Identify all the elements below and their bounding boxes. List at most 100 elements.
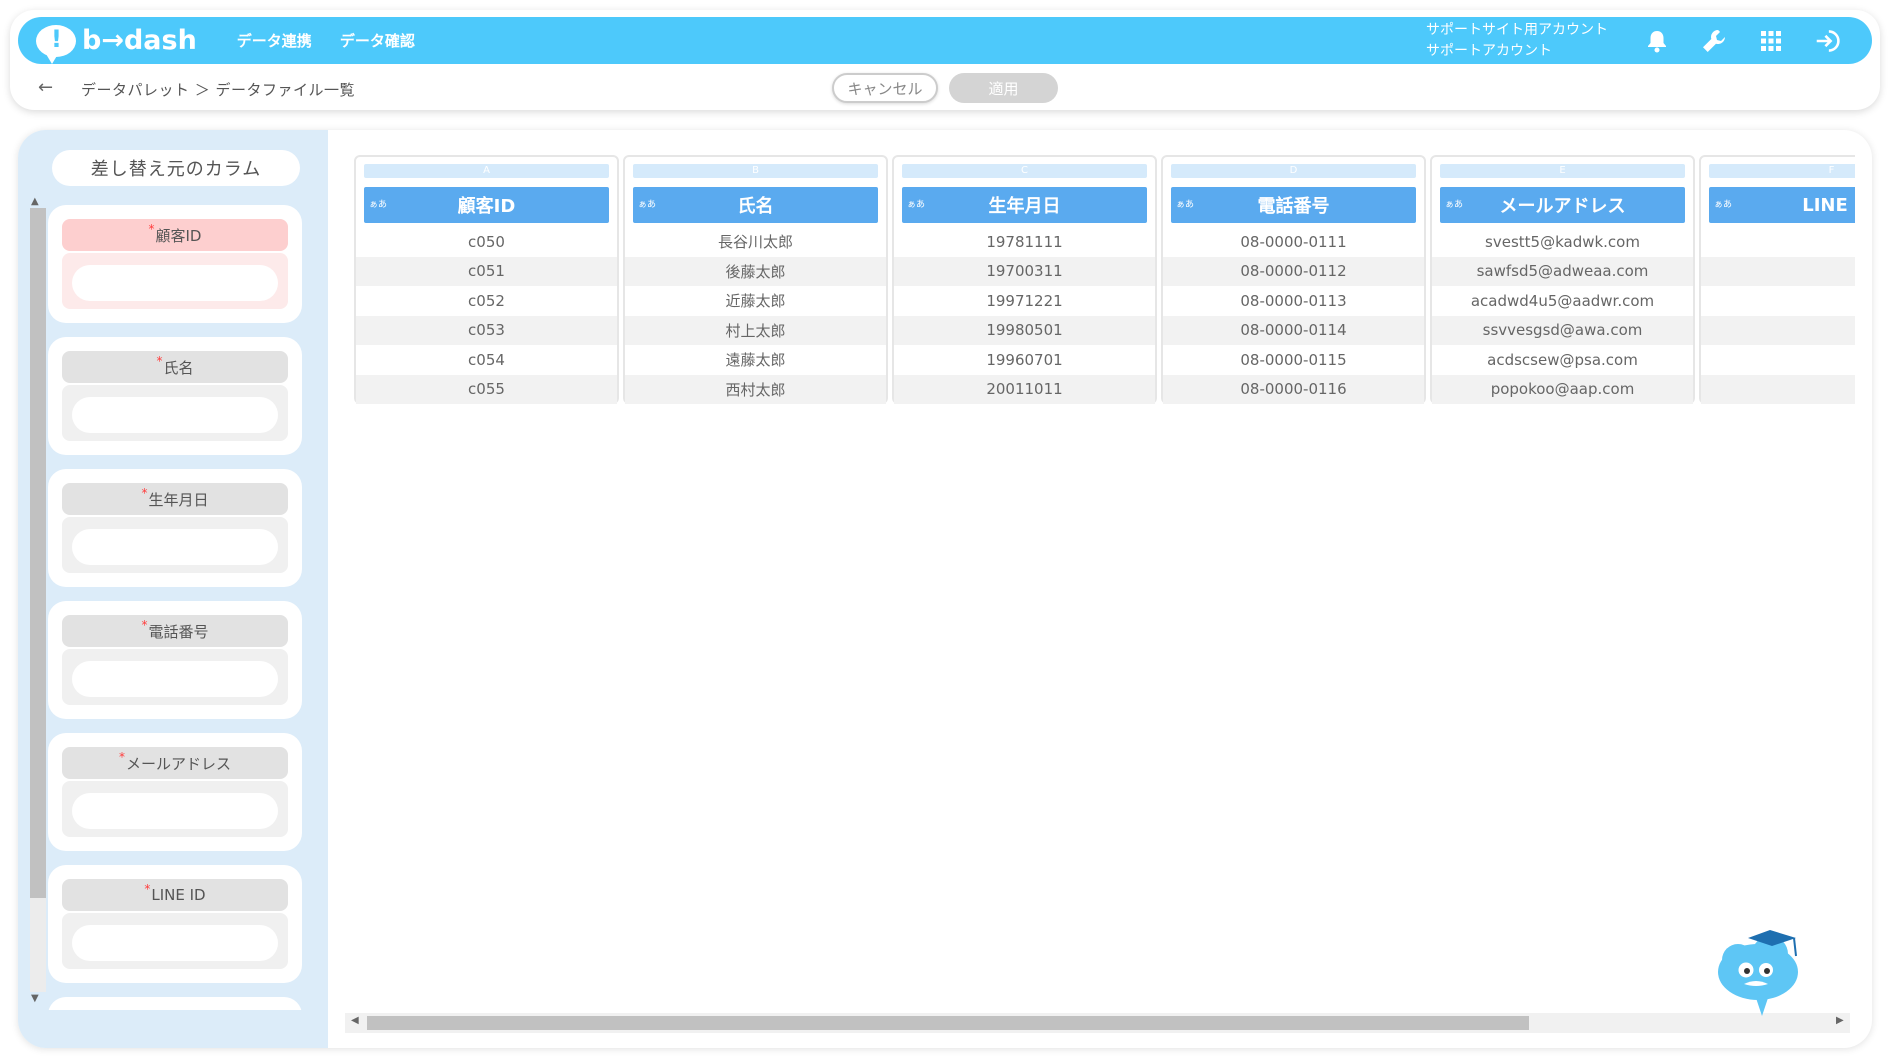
back-arrow-icon[interactable]: ←: [38, 77, 53, 98]
top-nav-bar: b→dash データ連携 データ確認 サポートサイト用アカウント サポートアカウ…: [18, 17, 1872, 64]
field-card-birthdate[interactable]: * 生年月日: [48, 469, 302, 587]
nav-data-link[interactable]: データ連携: [237, 30, 312, 51]
logout-icon[interactable]: [1815, 28, 1841, 54]
field-drop-slot[interactable]: [72, 661, 278, 697]
field-drop-zone[interactable]: [62, 385, 288, 441]
table-cell: endou: [1701, 345, 1855, 374]
field-label-text: LINE ID: [151, 886, 206, 904]
mascot-helper-icon[interactable]: [1710, 920, 1810, 1020]
scroll-left-icon[interactable]: ◀: [351, 1015, 359, 1026]
table-column[interactable]: E ぁあ メールアドレス svestt5@kadwk.com sawfsd5@adwea…: [1430, 155, 1695, 404]
field-card-next[interactable]: [48, 997, 302, 1010]
required-mark: *: [144, 882, 151, 896]
column-letter: E: [1440, 164, 1685, 178]
field-drop-slot[interactable]: [72, 265, 278, 301]
required-mark: *: [141, 486, 148, 500]
column-header[interactable]: ぁあ 生年月日: [902, 187, 1147, 223]
sidebar-scroll-thumb[interactable]: [30, 208, 46, 898]
scroll-right-icon[interactable]: ▶: [1836, 1015, 1844, 1026]
required-mark: *: [141, 618, 148, 632]
field-card-customer-id[interactable]: * 顧客ID: [48, 205, 302, 323]
field-drop-zone[interactable]: [62, 649, 288, 705]
nav-data-check[interactable]: データ確認: [340, 30, 415, 51]
table-cell: popokoo@aap.com: [1432, 374, 1693, 404]
table-cell: c055: [356, 374, 617, 404]
table-cell: 20011011: [894, 374, 1155, 404]
scroll-up-icon[interactable]: ▲: [31, 196, 39, 207]
table-column[interactable]: C ぁあ 生年月日 19781111 19700311 19971221 19980501 1…: [892, 155, 1157, 404]
column-letter: D: [1171, 164, 1416, 178]
field-card-name[interactable]: * 氏名: [48, 337, 302, 455]
field-drop-slot[interactable]: [72, 397, 278, 433]
table-cell: 08-0000-0111: [1240, 232, 1347, 251]
field-label-text: 生年月日: [148, 490, 209, 509]
field-label: * LINE ID: [62, 879, 288, 911]
table-column[interactable]: A ぁあ 顧客ID c050 c051 c052 c053 c054 c055: [354, 155, 619, 404]
account-info[interactable]: サポートサイト用アカウント サポートアカウント: [1426, 20, 1608, 62]
cancel-button[interactable]: キャンセル: [832, 73, 938, 103]
column-header-label: 電話番号: [1257, 196, 1330, 217]
required-mark: *: [156, 354, 163, 368]
text-type-badge: ぁあ: [907, 200, 926, 210]
column-header[interactable]: ぁあ 電話番号: [1171, 187, 1416, 223]
field-label: * メールアドレス: [62, 747, 288, 779]
field-drop-zone[interactable]: [62, 517, 288, 573]
table-cell: acadwd4u5@aadwr.com: [1470, 291, 1655, 310]
table-cell: ssvvesgsd@awa.com: [1432, 315, 1693, 345]
account-name: サポートアカウント: [1426, 42, 1552, 59]
column-header[interactable]: ぁあ LINE I: [1709, 187, 1855, 223]
field-card-email[interactable]: * メールアドレス: [48, 733, 302, 851]
text-type-badge: ぁあ: [1445, 200, 1464, 210]
table-cell: acdscsew@psa.com: [1487, 350, 1638, 369]
brand-logo[interactable]: b→dash: [36, 24, 197, 64]
table-cell: c054: [468, 350, 505, 369]
table-cell: murakai: [1701, 315, 1855, 345]
table-column[interactable]: D ぁあ 電話番号 08-0000-0111 08-0000-0112 08-0000-0…: [1161, 155, 1426, 404]
column-header[interactable]: ぁあ 氏名: [633, 187, 878, 223]
table-cell: sawfsd5@adweaa.com: [1432, 256, 1693, 286]
table-cell: hasegav: [1701, 227, 1855, 256]
table-cell: 近藤太郎: [725, 292, 786, 310]
field-card-line-id[interactable]: * LINE ID: [48, 865, 302, 983]
table-cell: 西村太郎: [625, 374, 886, 404]
table-cell: 08-0000-0116: [1163, 374, 1424, 404]
table-cell: 19960701: [986, 350, 1063, 369]
table-cell: 19971221: [986, 291, 1063, 310]
column-header[interactable]: ぁあ 顧客ID: [364, 187, 609, 223]
source-column-list: * 顧客ID * 氏名 * 生年月日 * 電話番号 * メールアドレス * LINE ID: [48, 205, 303, 1010]
sub-toolbar: ← データパレット ＞ データファイル一覧 キャンセル 適用: [0, 73, 1890, 105]
required-mark: *: [118, 750, 125, 764]
field-card-phone[interactable]: * 電話番号: [48, 601, 302, 719]
apps-grid-icon[interactable]: [1758, 28, 1784, 54]
field-drop-slot[interactable]: [72, 529, 278, 565]
field-drop-zone[interactable]: [62, 253, 288, 309]
text-type-badge: ぁあ: [1176, 200, 1195, 210]
column-header-label: LINE I: [1802, 194, 1855, 216]
data-table-area: A ぁあ 顧客ID c050 c051 c052 c053 c054 c055 B ぁあ 氏名 長谷川太…: [350, 150, 1855, 1010]
field-drop-zone[interactable]: [62, 781, 288, 837]
bell-icon[interactable]: [1644, 28, 1670, 54]
table-cell: c052: [468, 291, 505, 310]
table-cell: gotou: [1701, 256, 1855, 286]
table-cell: c050: [468, 232, 505, 251]
field-drop-slot[interactable]: [72, 925, 278, 961]
table-cell: 19980501: [894, 315, 1155, 345]
field-label-text: 電話番号: [148, 622, 209, 641]
field-drop-zone[interactable]: [62, 913, 288, 969]
scroll-down-icon[interactable]: ▼: [31, 993, 39, 1004]
horizontal-scroll-thumb[interactable]: [367, 1016, 1529, 1030]
table-column[interactable]: B ぁあ 氏名 長谷川太郎 後藤太郎 近藤太郎 村上太郎 遠藤太郎 西村太郎: [623, 155, 888, 404]
logo-bubble-icon: [36, 24, 76, 64]
text-type-badge: ぁあ: [369, 200, 388, 210]
wrench-icon[interactable]: [1701, 28, 1727, 54]
breadcrumb[interactable]: データパレット ＞ データファイル一覧: [81, 79, 355, 100]
field-drop-slot[interactable]: [72, 793, 278, 829]
column-header[interactable]: ぁあ メールアドレス: [1440, 187, 1685, 223]
table-cell: 08-0000-0112: [1163, 256, 1424, 286]
table-cell: 08-0000-0114: [1163, 315, 1424, 345]
table-column[interactable]: F ぁあ LINE I hasegavgotoukondoumurakaiendoun…: [1699, 155, 1855, 404]
table-cell: c053: [356, 315, 617, 345]
apply-button[interactable]: 適用: [949, 73, 1058, 103]
column-letter: C: [902, 164, 1147, 178]
table-cell: svestt5@kadwk.com: [1485, 232, 1640, 251]
